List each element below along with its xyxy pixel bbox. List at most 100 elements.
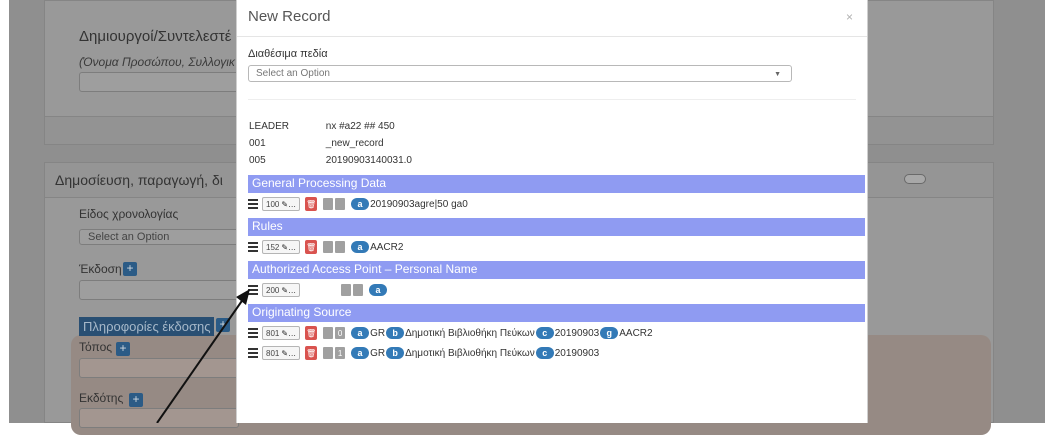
indicator-2[interactable]: 0	[335, 327, 346, 339]
edit-tag-button[interactable]: 152 ✎…	[262, 240, 301, 254]
publisher-label: Εκδότης	[79, 391, 124, 405]
subfield-value[interactable]: 20190903	[555, 328, 600, 339]
subfield-value[interactable]: Δημοτική Βιβλιοθήκη Πεύκων	[405, 328, 535, 339]
close-icon[interactable]: ×	[846, 10, 853, 24]
place-input[interactable]	[79, 358, 239, 378]
edit-tag-button[interactable]: 100 ✎…	[262, 197, 301, 211]
control-tag: 005	[249, 155, 266, 166]
publication-title: Δημοσίευση, παραγωγή, δι	[55, 172, 223, 188]
delete-field-button[interactable]: 🗑	[305, 346, 318, 360]
subfield-code-a[interactable]: a	[351, 198, 370, 210]
subfield-code-g[interactable]: g	[600, 327, 619, 339]
subfield-code-a[interactable]: a	[351, 327, 370, 339]
pencil-icon: ✎…	[281, 348, 297, 358]
delete-field-button[interactable]: 🗑	[305, 326, 318, 340]
indicator-1[interactable]	[341, 284, 352, 296]
add-publication-info-button[interactable]: +	[216, 318, 230, 332]
date-type-label: Είδος χρονολογίας	[79, 207, 179, 221]
new-record-modal: New Record × Διαθέσιμα πεδία Select an O…	[236, 0, 868, 423]
drag-handle-icon[interactable]	[248, 348, 258, 358]
trash-icon: 🗑	[305, 348, 317, 358]
indicator-2[interactable]: 1	[335, 347, 346, 359]
control-field-leader: LEADER nx #a22 ## 450	[249, 121, 395, 132]
drag-handle-icon[interactable]	[248, 242, 258, 252]
subfield-value[interactable]: Δημοτική Βιβλιοθήκη Πεύκων	[405, 348, 535, 359]
control-field-005: 005 20190903140031.0	[249, 155, 412, 166]
place-label: Τόπος	[79, 340, 113, 354]
trash-icon: 🗑	[305, 328, 317, 338]
control-value: nx #a22 ## 450	[325, 121, 395, 132]
subfield-code-b[interactable]: b	[386, 347, 405, 359]
section-originating-source: Originating Source	[248, 304, 865, 322]
subfield-value[interactable]: GR	[370, 348, 385, 359]
subfield-code-a[interactable]: a	[351, 241, 370, 253]
control-value: 20190903140031.0	[325, 155, 412, 166]
chevron-down-icon: ▼	[774, 71, 781, 78]
pencil-icon: ✎…	[281, 242, 297, 252]
pencil-icon: ✎…	[281, 199, 297, 209]
tag-number: 200	[266, 285, 280, 295]
creators-hint: (Όνομα Προσώπου, Συλλογικ	[79, 55, 235, 69]
creators-input[interactable]	[79, 72, 239, 92]
indicator-1[interactable]	[323, 327, 334, 339]
add-place-button[interactable]: +	[116, 342, 130, 356]
edit-tag-button[interactable]: 801 ✎…	[262, 326, 301, 340]
drag-handle-icon[interactable]	[248, 285, 258, 295]
field-row-801: 801 ✎… 🗑 0 a GR b Δημοτική Βιβλιοθήκη Πεύ…	[248, 325, 654, 341]
indicator-1[interactable]	[323, 347, 334, 359]
subfield-value[interactable]: 20190903	[555, 348, 600, 359]
section-authorized-access-point: Authorized Access Point – Personal Name	[248, 261, 865, 279]
edit-tag-button[interactable]: 801 ✎…	[262, 346, 301, 360]
field-row-200: 200 ✎… a	[248, 282, 388, 298]
control-field-001: 001 _new_record	[249, 138, 384, 149]
add-edition-button[interactable]: +	[123, 262, 137, 276]
tag-number: 100	[266, 199, 280, 209]
modal-title: New Record	[248, 8, 331, 25]
subfield-code-b[interactable]: b	[386, 327, 405, 339]
edition-label: Έκδοση	[79, 262, 122, 276]
edition-input[interactable]	[79, 280, 239, 300]
indicator-2[interactable]	[335, 198, 346, 210]
modal-divider	[248, 99, 856, 100]
control-tag: 001	[249, 138, 266, 149]
drag-handle-icon[interactable]	[248, 328, 258, 338]
subfield-code-c[interactable]: c	[535, 347, 554, 359]
available-fields-label: Διαθέσιμα πεδία	[248, 48, 328, 60]
subfield-value[interactable]: 20190903agre|50 ga0	[370, 199, 468, 210]
creators-title: Δημιουργοί/Συντελεστέ	[79, 28, 232, 45]
trash-icon: 🗑	[305, 199, 317, 209]
tag-number: 801	[266, 348, 280, 358]
drag-handle-icon[interactable]	[248, 199, 258, 209]
pencil-icon: ✎…	[281, 285, 297, 295]
indicator-1[interactable]	[323, 198, 334, 210]
delete-field-button[interactable]: 🗑	[305, 240, 318, 254]
edit-tag-button[interactable]: 200 ✎…	[262, 283, 301, 297]
date-type-select-text: Select an Option	[88, 231, 170, 243]
select-placeholder: Select an Option	[256, 68, 330, 79]
collapse-toggle[interactable]	[904, 174, 926, 184]
publisher-input[interactable]	[79, 408, 239, 428]
section-general-processing-data: General Processing Data	[248, 175, 865, 193]
delete-field-button[interactable]: 🗑	[305, 197, 318, 211]
indicator-2[interactable]	[335, 241, 346, 253]
subfield-code-a[interactable]: a	[369, 284, 388, 296]
tag-number: 152	[266, 242, 280, 252]
add-publisher-button[interactable]: +	[129, 393, 143, 407]
section-rules: Rules	[248, 218, 865, 236]
available-fields-select[interactable]: Select an Option ▼	[248, 65, 792, 82]
pencil-icon: ✎…	[281, 328, 297, 338]
modal-header-divider	[237, 36, 867, 37]
subfield-value[interactable]: AACR2	[370, 242, 403, 253]
publication-info-label: Πληροφορίες έκδοσης	[79, 317, 215, 336]
indicator-2[interactable]	[353, 284, 364, 296]
subfield-code-a[interactable]: a	[351, 347, 370, 359]
subfield-code-c[interactable]: c	[535, 327, 554, 339]
trash-icon: 🗑	[305, 242, 317, 252]
control-value: _new_record	[325, 138, 384, 149]
control-tag: LEADER	[249, 121, 290, 132]
indicator-1[interactable]	[323, 241, 334, 253]
subfield-value[interactable]: GR	[370, 328, 385, 339]
subfield-value[interactable]: AACR2	[619, 328, 652, 339]
field-row-152: 152 ✎… 🗑 a AACR2	[248, 239, 404, 255]
tag-number: 801	[266, 328, 280, 338]
